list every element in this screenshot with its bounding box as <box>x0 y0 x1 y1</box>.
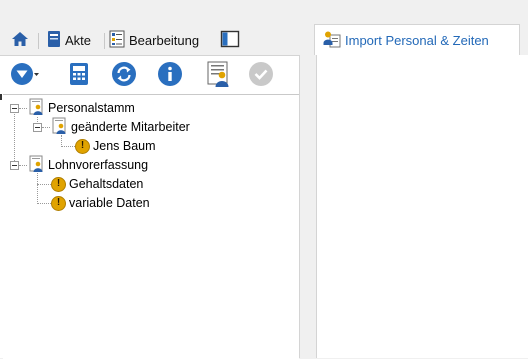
tree-label-geaenderte-mitarbeiter: geänderte Mitarbeiter <box>71 120 190 134</box>
tab-divider <box>38 33 39 49</box>
refresh-button[interactable] <box>111 61 137 90</box>
tree-node-gehaltsdaten[interactable]: ! Gehaltsdaten <box>51 175 143 193</box>
tree-connector <box>19 165 27 166</box>
refresh-icon <box>111 61 137 90</box>
panel-layout-icon <box>220 30 240 51</box>
tab-bearbeitung[interactable]: Bearbeitung <box>106 27 212 53</box>
dropdown-filter-icon <box>10 62 40 89</box>
confirm-button[interactable] <box>248 61 274 90</box>
tree-label-variable-daten: variable Daten <box>69 196 150 210</box>
person-folder-icon <box>50 117 68 138</box>
collapse-toggle-lohnvorerfassung[interactable] <box>10 161 19 170</box>
calculator-button[interactable] <box>66 62 92 88</box>
import-content-area <box>316 55 528 358</box>
warning-icon: ! <box>75 138 90 154</box>
tree-label-lohnvorerfassung: Lohnvorerfassung <box>48 158 149 172</box>
tab-import-label: Import Personal & Zeiten <box>345 32 489 48</box>
tab-home[interactable] <box>6 27 34 53</box>
warning-icon: ! <box>51 176 66 192</box>
tree-label-jens-baum: Jens Baum <box>93 139 156 153</box>
confirm-icon <box>248 61 274 90</box>
tree-label-personalstamm: Personalstamm <box>48 101 135 115</box>
document-edit-icon <box>108 30 126 51</box>
tab-divider <box>104 33 105 49</box>
person-folder-icon <box>27 155 45 176</box>
file-icon <box>46 30 62 51</box>
tree-node-variable-daten[interactable]: ! variable Daten <box>51 194 150 212</box>
collapse-toggle-personalstamm[interactable] <box>10 104 19 113</box>
person-folder-icon <box>27 98 45 119</box>
tree-label-gehaltsdaten: Gehaltsdaten <box>69 177 144 191</box>
import-person-icon <box>323 30 341 51</box>
tree-node-geaenderte-mitarbeiter[interactable]: geänderte Mitarbeiter <box>50 117 190 138</box>
filter-dropdown-button[interactable] <box>10 62 40 88</box>
navigation-tree: Personalstamm geänderte Mitarbeiter ! Je… <box>3 94 299 359</box>
user-report-icon <box>205 60 233 91</box>
tree-connector <box>42 127 50 128</box>
tree-connector <box>61 146 75 147</box>
warning-icon: ! <box>51 195 66 211</box>
info-icon <box>157 61 183 90</box>
tree-node-jens-baum[interactable]: ! Jens Baum <box>75 137 156 155</box>
tab-import-personal-zeiten[interactable]: Import Personal & Zeiten <box>314 24 520 55</box>
tab-panel-layout[interactable] <box>212 27 248 53</box>
tree-connector <box>37 184 51 185</box>
home-icon <box>11 31 29 50</box>
user-report-button[interactable] <box>205 60 233 91</box>
tree-node-lohnvorerfassung[interactable]: Lohnvorerfassung <box>27 155 149 176</box>
tree-node-personalstamm[interactable]: Personalstamm <box>27 98 135 119</box>
tree-connector <box>14 108 15 165</box>
calculator-icon <box>68 62 90 89</box>
tab-bearbeitung-label: Bearbeitung <box>129 32 200 48</box>
tree-connector <box>19 108 27 109</box>
collapse-toggle-geaenderte-mitarbeiter[interactable] <box>33 123 42 132</box>
info-button[interactable] <box>157 61 183 90</box>
tab-akte-label: Akte <box>65 32 92 48</box>
tree-connector <box>37 203 51 204</box>
navigation-toolbar <box>0 56 299 94</box>
tab-akte[interactable]: Akte <box>44 27 102 53</box>
tree-connector <box>37 173 38 204</box>
